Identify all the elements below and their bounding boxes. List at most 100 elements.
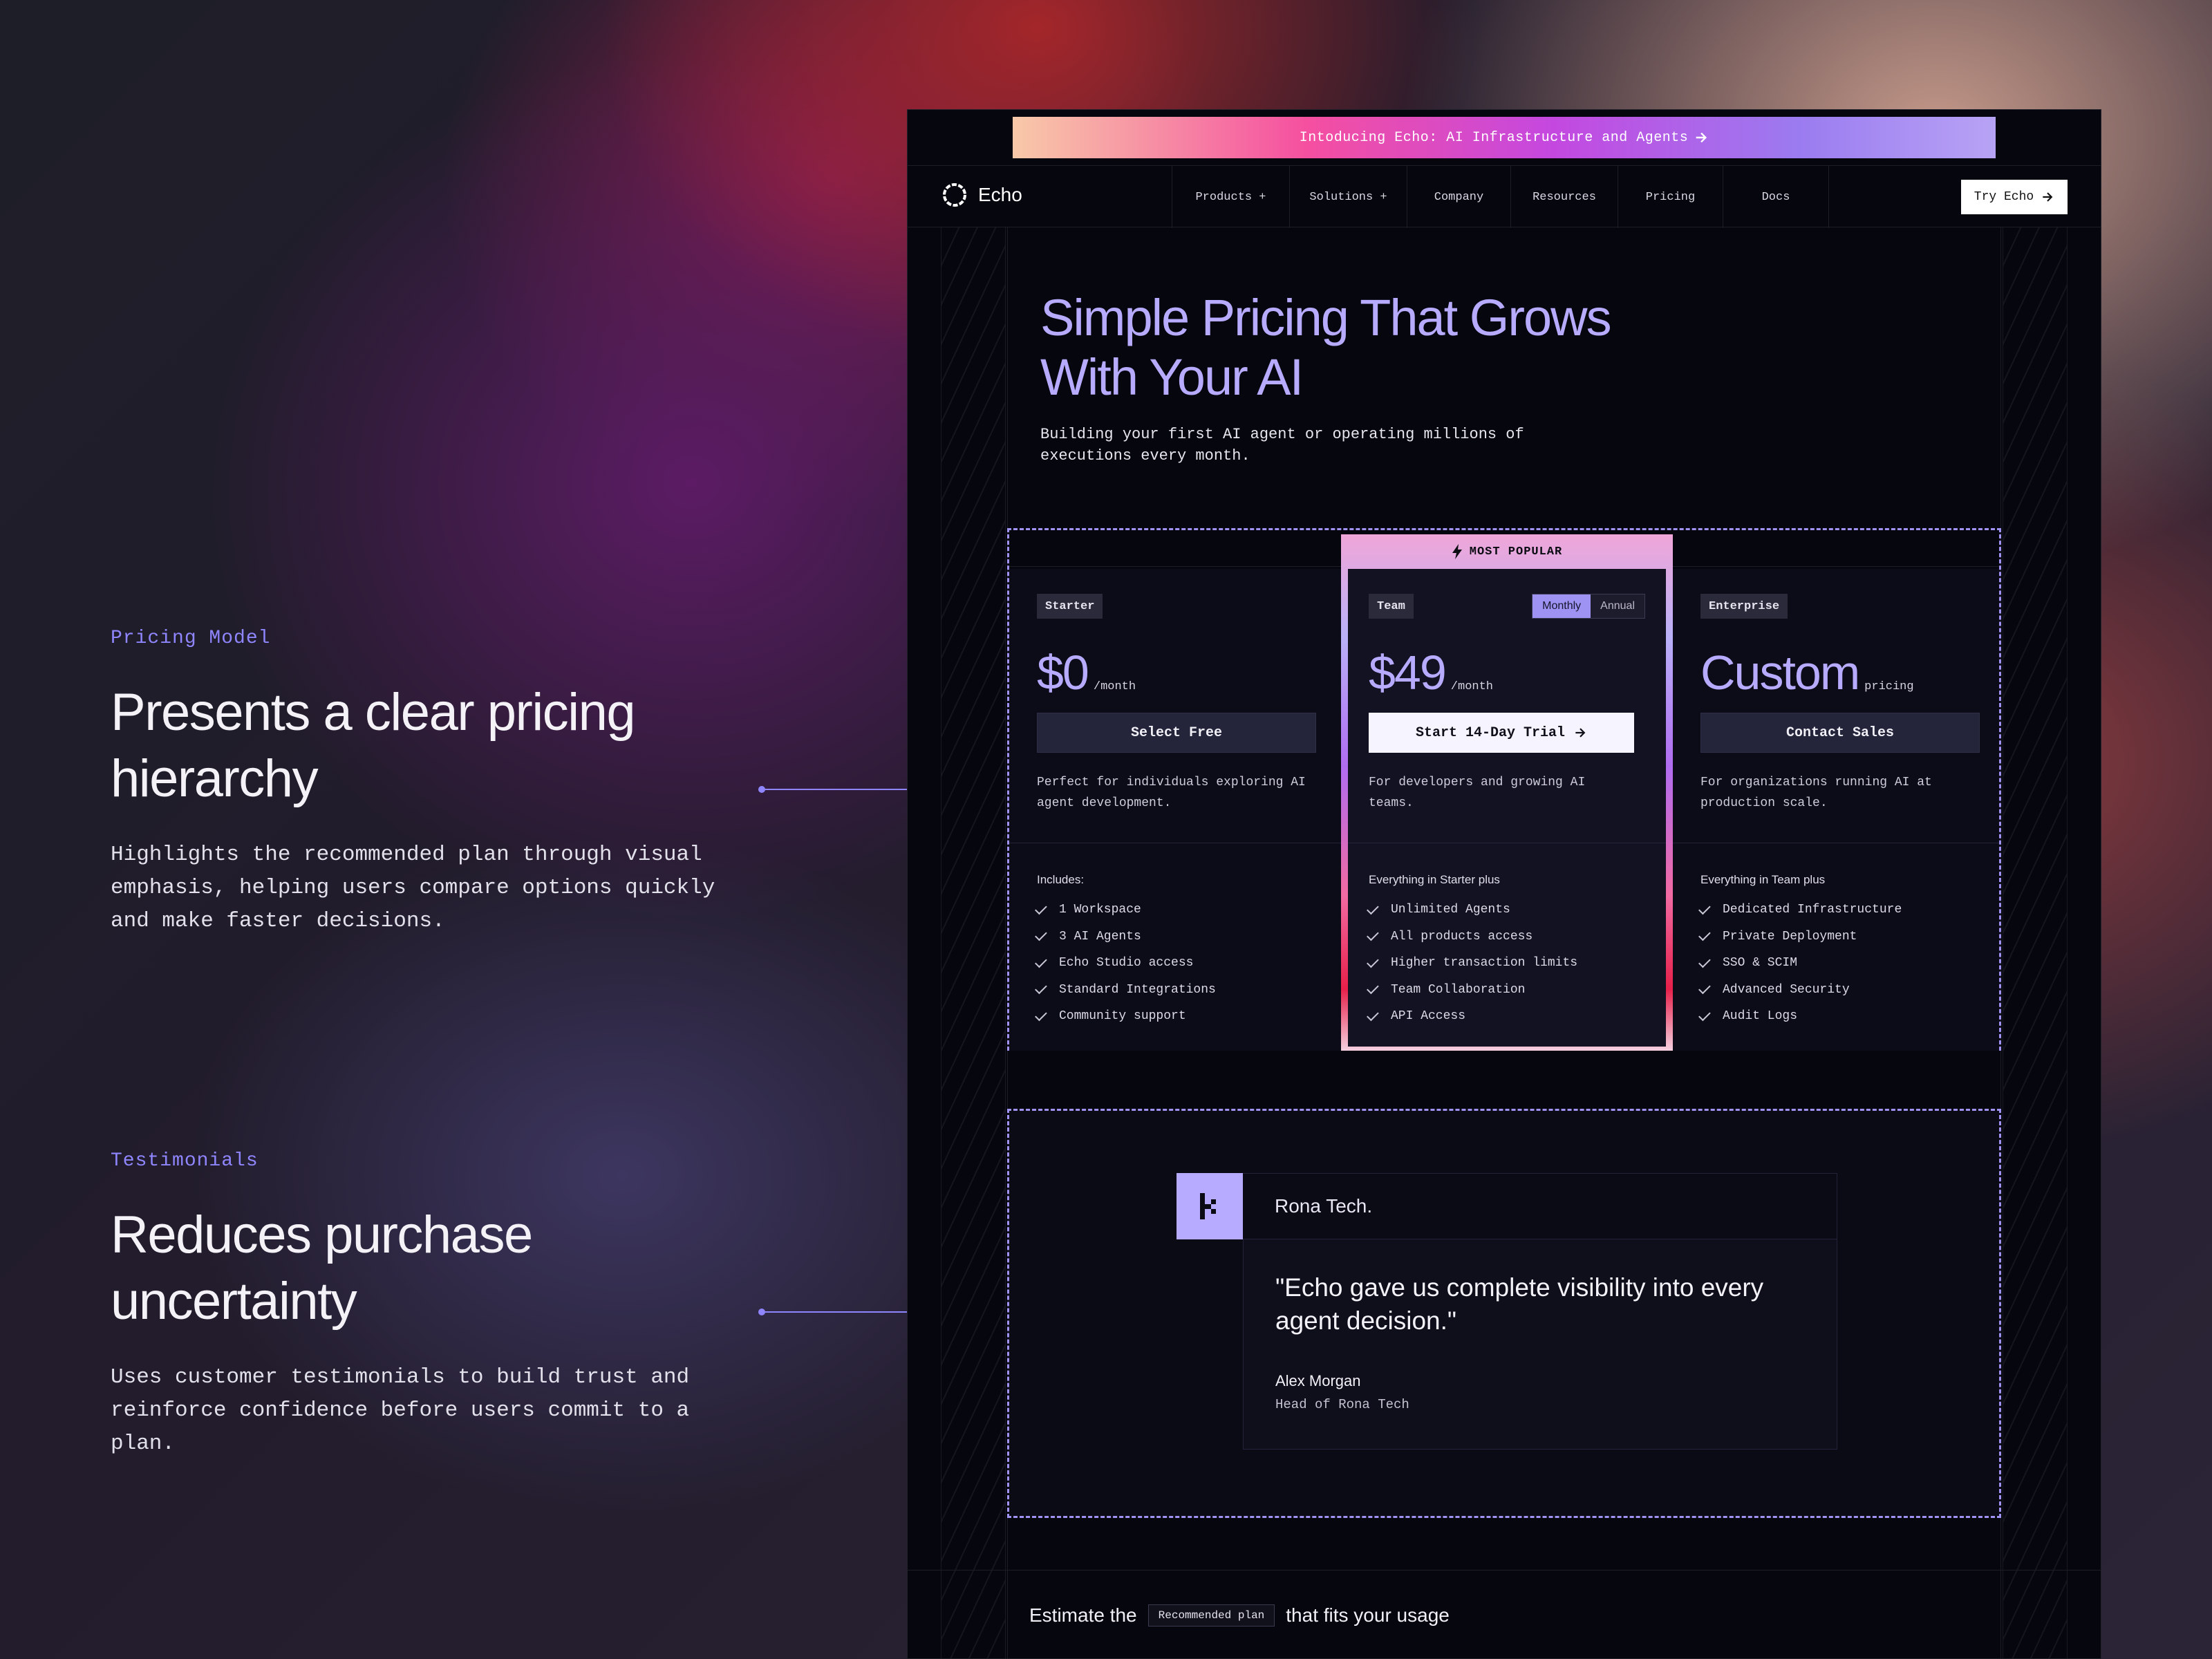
feature-label: All products access <box>1391 929 1533 944</box>
announcement-banner[interactable]: Intoducing Echo: AI Infrastructure and A… <box>1013 117 1996 158</box>
check-icon <box>1698 928 1711 941</box>
feature-item: Private Deployment <box>1698 924 1902 950</box>
company-logo <box>1177 1173 1243 1239</box>
feature-label: Team Collaboration <box>1391 982 1526 997</box>
check-icon <box>1367 1009 1379 1021</box>
plan-description: For developers and growing AI teams. <box>1369 776 1586 810</box>
select-free-button[interactable]: Select Free <box>1037 713 1316 753</box>
plan-tag: Starter <box>1037 594 1103 619</box>
nav-item-docs[interactable]: Docs <box>1723 166 1829 228</box>
testimonial-body: "Echo gave us complete visibility into e… <box>1243 1239 1837 1450</box>
feature-label: Audit Logs <box>1723 1009 1798 1024</box>
feature-item: Advanced Security <box>1698 977 1902 1004</box>
feature-item: Dedicated Infrastructure <box>1698 897 1902 924</box>
brand-logo[interactable]: Echo <box>941 181 1022 209</box>
try-echo-button[interactable]: Try Echo <box>1961 180 2068 214</box>
annotation-eyebrow: Testimonials <box>111 1150 259 1172</box>
check-icon <box>1698 902 1711 915</box>
rona-tech-logo-icon <box>1200 1193 1216 1219</box>
plan-tag: Team <box>1369 594 1414 619</box>
plan-price: $0 /month <box>1037 645 1136 700</box>
nav-item-solutions[interactable]: Solutions + <box>1289 166 1407 228</box>
feature-item: Echo Studio access <box>1035 950 1216 977</box>
feature-list: 1 Workspace 3 AI Agents Echo Studio acce… <box>1035 897 1216 1030</box>
start-trial-label: Start 14-Day Trial <box>1415 724 1566 741</box>
feature-label: Community support <box>1059 1009 1186 1024</box>
hero-title: Simple Pricing That Grows With Your AI <box>1040 289 1612 406</box>
billing-monthly-option[interactable]: Monthly <box>1533 594 1591 618</box>
price-unit: /month <box>1093 680 1136 693</box>
testimonial-section: Rona Tech. "Echo gave us complete visibi… <box>1007 1109 2001 1518</box>
recommended-plan-pill[interactable]: Recommended plan <box>1147 1604 1275 1627</box>
start-trial-button[interactable]: Start 14-Day Trial <box>1369 713 1634 753</box>
feature-item: SSO & SCIM <box>1698 950 1902 977</box>
check-icon <box>1035 955 1047 968</box>
plan-price: $49 /month <box>1369 645 1493 700</box>
billing-toggle: Monthly Annual <box>1532 594 1645 619</box>
company-name: Rona Tech. <box>1243 1173 1837 1239</box>
feature-item: 1 Workspace <box>1035 897 1216 924</box>
feature-label: 1 Workspace <box>1059 903 1141 917</box>
feature-label: API Access <box>1391 1009 1466 1024</box>
arrow-right-icon <box>1575 728 1586 738</box>
price-amount: Custom <box>1700 646 1860 700</box>
announcement-text: Intoducing Echo: AI Infrastructure and A… <box>1299 129 1689 146</box>
nav-item-company[interactable]: Company <box>1407 166 1510 228</box>
testimonial-role: Head of Rona Tech <box>1275 1397 1409 1412</box>
testimonial-card: Rona Tech. "Echo gave us complete visibi… <box>1177 1173 1837 1450</box>
feature-item: Community support <box>1035 1003 1216 1030</box>
check-icon <box>1367 902 1379 915</box>
feature-label: Echo Studio access <box>1059 956 1194 971</box>
hero-subtitle: Building your first AI agent or operatin… <box>1040 426 1524 465</box>
testimonial-quote: "Echo gave us complete visibility into e… <box>1275 1273 1764 1335</box>
team-card-body: Team Monthly Annual $49 /month Start 14-… <box>1348 569 1666 1047</box>
feature-item: 3 AI Agents <box>1035 924 1216 950</box>
estimate-prefix: Estimate the <box>1029 1604 1137 1626</box>
brand-name: Echo <box>978 184 1022 205</box>
includes-title: Everything in Starter plus <box>1369 873 1500 886</box>
feature-item: Higher transaction limits <box>1367 950 1578 977</box>
feature-label: Higher transaction limits <box>1391 956 1578 971</box>
includes-title: Includes: <box>1037 873 1085 886</box>
includes-title: Everything in Team plus <box>1700 873 1826 886</box>
feature-item: All products access <box>1367 924 1577 950</box>
check-icon <box>1367 982 1379 995</box>
feature-label: SSO & SCIM <box>1723 956 1798 971</box>
annotation-title: Presents a clear pricing hierarchy <box>111 683 636 808</box>
arrow-right-icon <box>2043 192 2053 202</box>
billing-annual-option[interactable]: Annual <box>1591 594 1644 618</box>
check-icon <box>1035 1009 1047 1021</box>
feature-label: Advanced Security <box>1723 982 1850 997</box>
feature-item: API Access <box>1367 1003 1577 1030</box>
announcement-bar: Intoducing Echo: AI Infrastructure and A… <box>908 110 2101 165</box>
price-unit: pricing <box>1864 680 1914 693</box>
decorative-rail-right <box>2003 227 2068 1658</box>
feature-label: Private Deployment <box>1723 929 1857 944</box>
plan-description: For organizations running AI at producti… <box>1700 776 1932 810</box>
most-popular-badge: MOST POPULAR <box>1341 534 1673 569</box>
nav-item-pricing[interactable]: Pricing <box>1618 166 1723 228</box>
arrow-right-icon <box>1696 132 1707 143</box>
echo-logo-icon <box>943 183 966 207</box>
contact-sales-button[interactable]: Contact Sales <box>1700 713 1980 753</box>
annotation-pricing: Pricing Model Presents a clear pricing h… <box>111 628 733 938</box>
feature-item: Audit Logs <box>1698 1003 1902 1030</box>
nav-item-resources[interactable]: Resources <box>1510 166 1618 228</box>
testimonial-author: Alex Morgan <box>1275 1372 1361 1389</box>
feature-label: Standard Integrations <box>1059 982 1216 997</box>
try-echo-label: Try Echo <box>1974 190 2034 204</box>
plan-price: Custom pricing <box>1700 645 1914 700</box>
estimate-suffix: that fits your usage <box>1286 1604 1450 1626</box>
feature-label: Dedicated Infrastructure <box>1723 903 1902 917</box>
check-icon <box>1035 982 1047 995</box>
annotation-body: Uses customer testimonials to build trus… <box>111 1365 690 1456</box>
nav-item-products[interactable]: Products + <box>1172 166 1289 228</box>
check-icon <box>1698 982 1711 995</box>
check-icon <box>1035 902 1047 915</box>
lightning-icon <box>1452 544 1462 559</box>
plan-description: Perfect for individuals exploring AI age… <box>1037 776 1306 810</box>
price-unit: /month <box>1450 680 1494 693</box>
check-icon <box>1367 928 1379 941</box>
decorative-rail-left <box>941 227 1006 1658</box>
estimate-heading: Estimate the Recommended plan that fits … <box>1029 1604 1450 1627</box>
